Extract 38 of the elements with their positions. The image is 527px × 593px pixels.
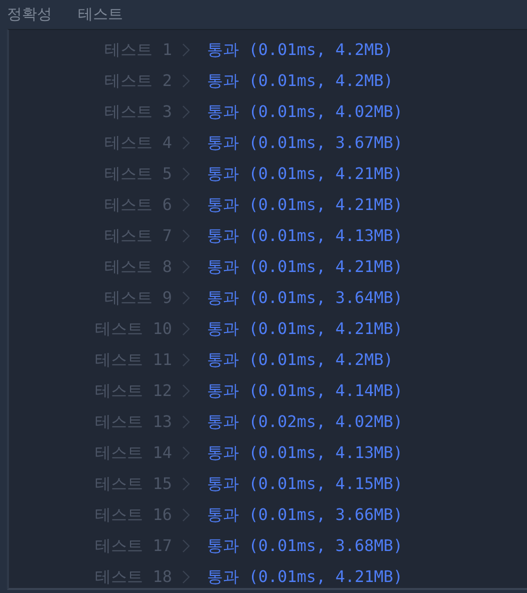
chevron-icon [182, 414, 190, 428]
test-result: 통과 (0.01ms, 3.68MB) [207, 534, 403, 556]
test-result: 통과 (0.01ms, 3.67MB) [207, 132, 403, 154]
chevron-icon [182, 74, 190, 88]
chevron-icon [182, 570, 190, 584]
test-result: 통과 (0.01ms, 4.13MB) [207, 442, 403, 464]
chevron-icon [182, 290, 190, 304]
test-result: 통과 (0.01ms, 4.15MB) [207, 472, 403, 494]
chevron-icon [182, 166, 190, 180]
chevron-icon [182, 260, 190, 274]
chevron-icon [182, 42, 190, 56]
test-result: 통과 (0.01ms, 3.64MB) [207, 286, 403, 308]
chevron-icon [182, 322, 190, 336]
test-result: 통과 (0.01ms, 4.21MB) [207, 318, 403, 340]
test-result: 통과 (0.01ms, 4.21MB) [207, 566, 403, 588]
chevron-icon [182, 136, 190, 150]
test-result: 통과 (0.01ms, 4.02MB) [207, 100, 403, 122]
test-result: 통과 (0.01ms, 3.66MB) [207, 504, 403, 526]
chevron-icon [182, 104, 190, 118]
chevron-icon [182, 538, 190, 552]
chevron-icon [182, 352, 190, 366]
test-result: 통과 (0.01ms, 4.2MB) [207, 348, 394, 370]
section-title: 정확성 [7, 4, 52, 26]
chevron-icon [182, 508, 190, 522]
test-result: 통과 (0.01ms, 4.2MB) [207, 38, 394, 60]
chevron-icon [182, 198, 190, 212]
test-result: 통과 (0.01ms, 4.14MB) [207, 380, 403, 402]
test-result: 통과 (0.01ms, 4.21MB) [207, 162, 403, 184]
test-result: 통과 (0.01ms, 4.2MB) [207, 70, 394, 92]
test-result: 통과 (0.01ms, 4.13MB) [207, 224, 403, 246]
test-result: 통과 (0.01ms, 4.21MB) [207, 256, 403, 278]
chevron-icon [182, 476, 190, 490]
chevron-icon [182, 228, 190, 242]
test-result: 통과 (0.01ms, 4.21MB) [207, 194, 403, 216]
test-result: 통과 (0.02ms, 4.02MB) [207, 410, 403, 432]
chevron-icon [182, 384, 190, 398]
chevron-icon [182, 446, 190, 460]
section-title: 테스트 [78, 4, 123, 26]
